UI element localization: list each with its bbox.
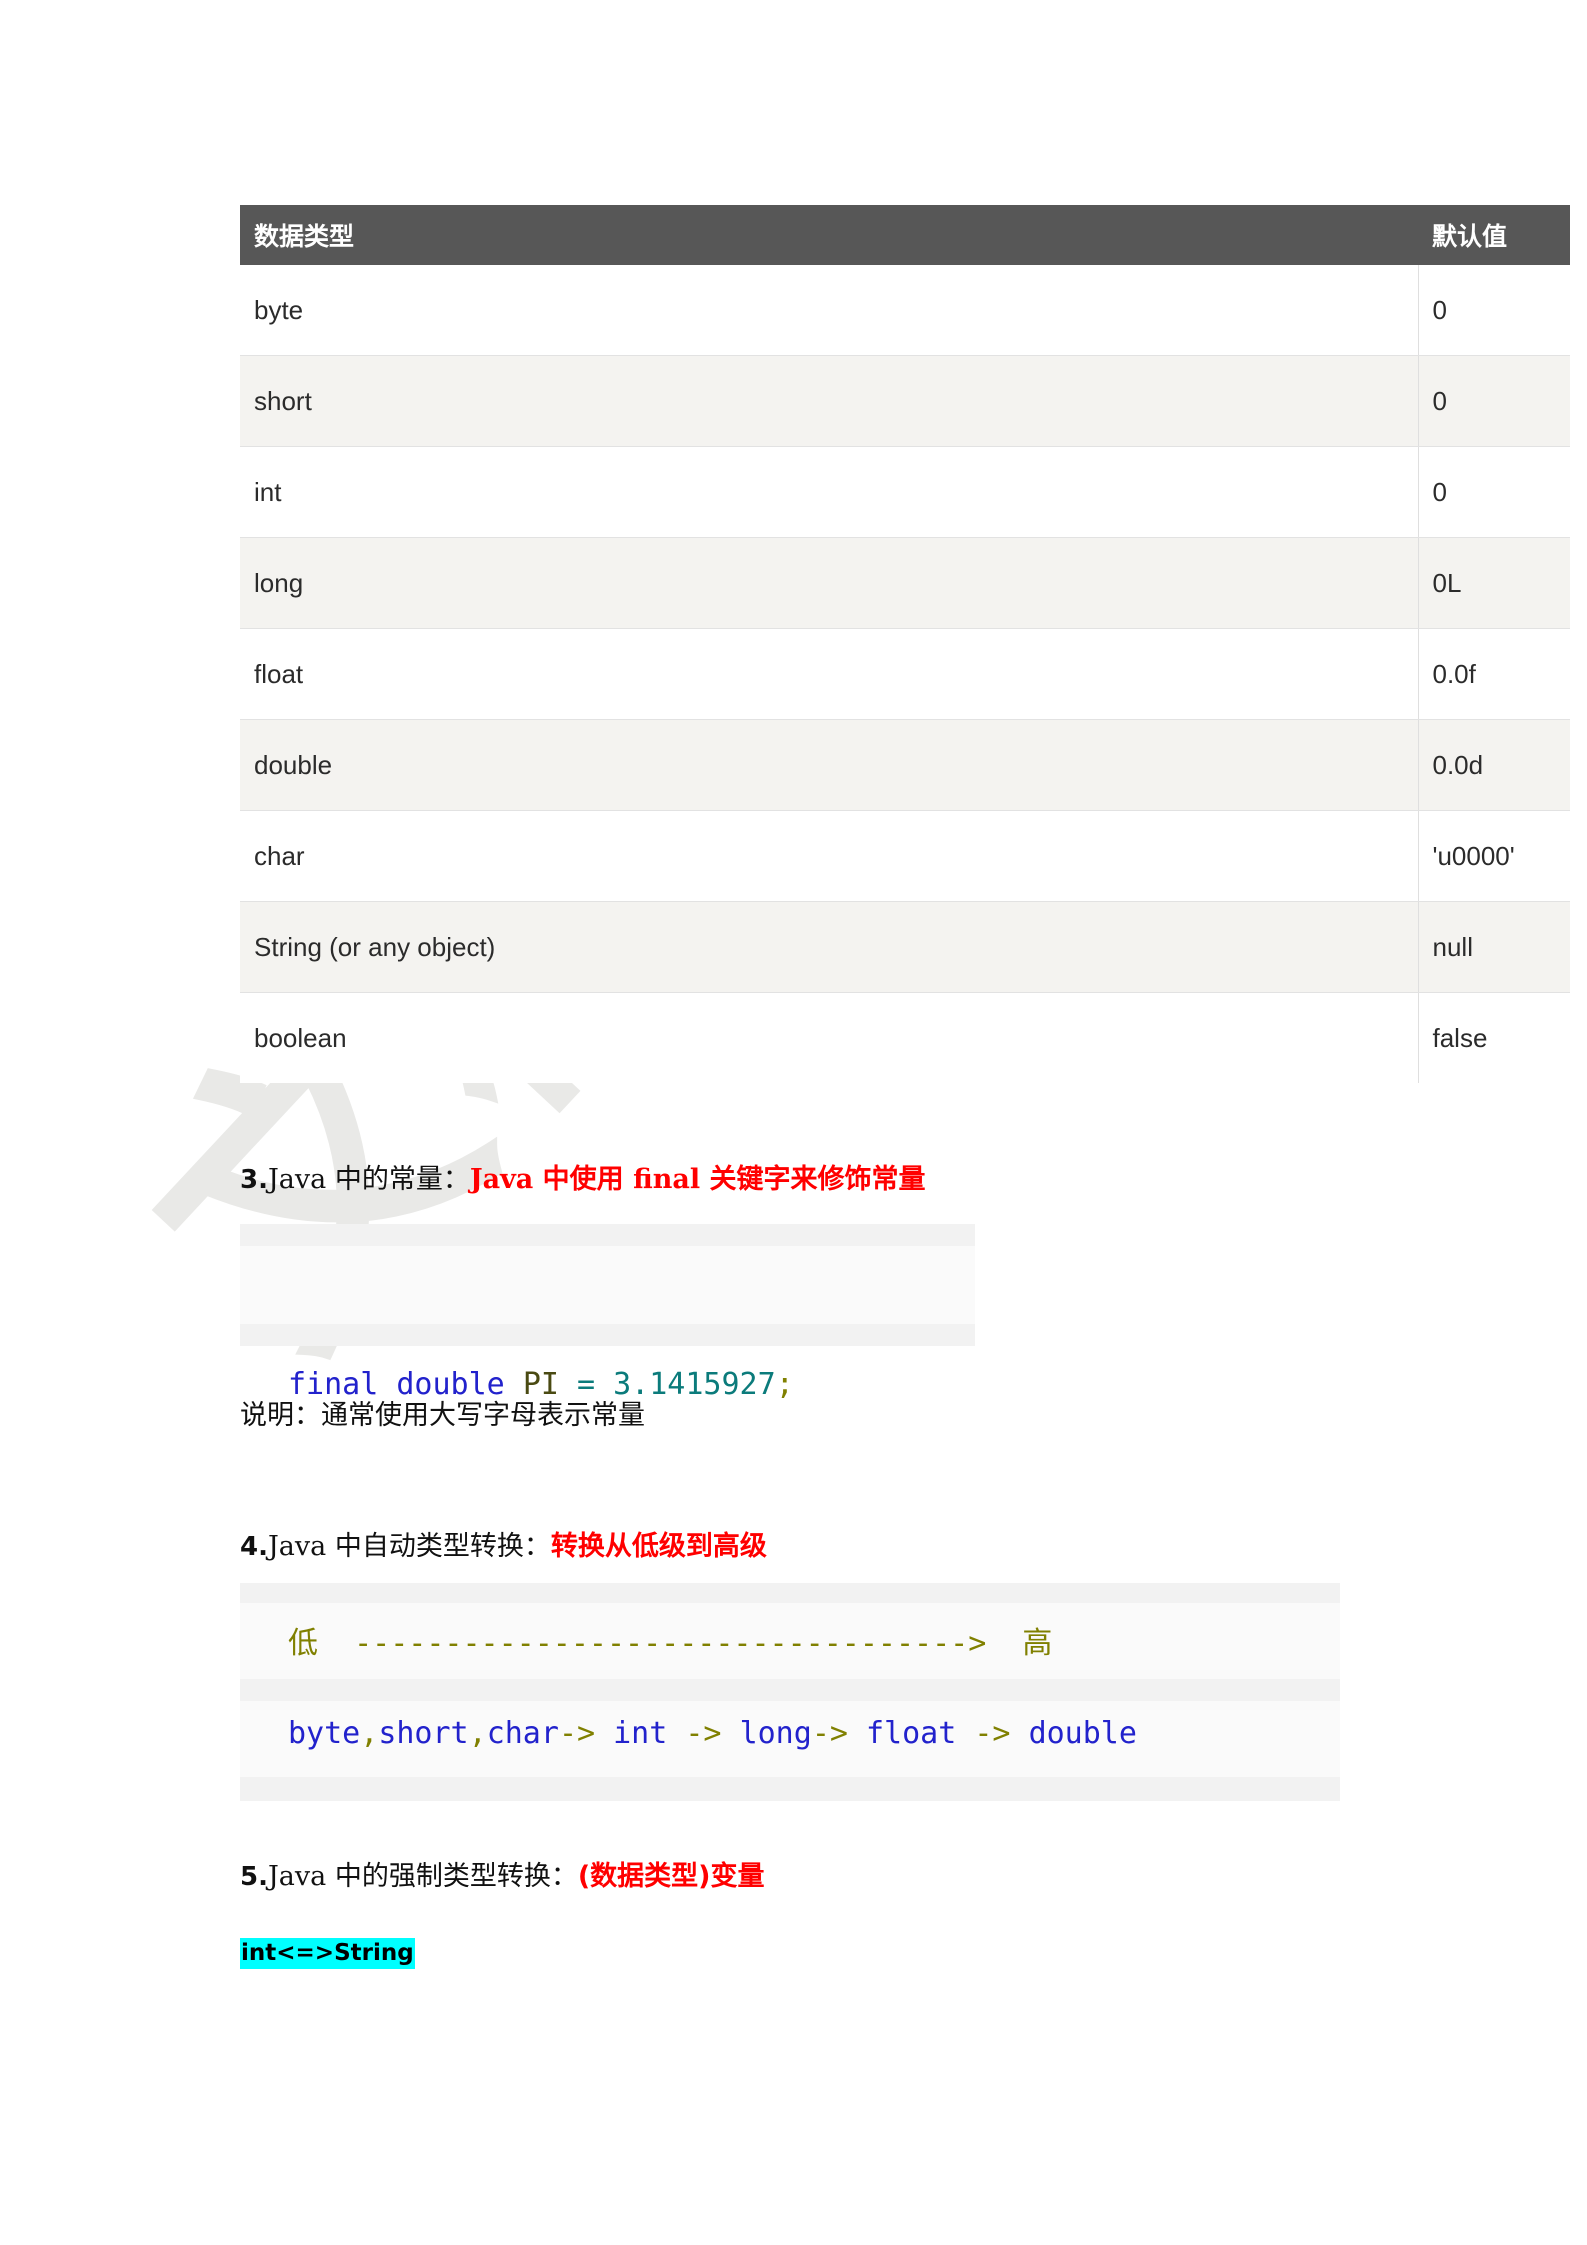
section-5-heading: 5.Java 中的强制类型转换：(数据类型)变量 [240,1854,765,1893]
code-line-promotion-chain: byte,short,char-> int -> long-> float ->… [288,1716,1137,1751]
table-row: String (or any object) null [240,901,1570,993]
code-token-arrow: -> [956,1716,1029,1751]
code-token-byte: byte [288,1716,361,1751]
code-token-semicolon: ; [775,1367,794,1402]
cell-data-type: int [240,446,1419,538]
data-types-table: 数据类型 默认值 byte 0 short 0 int 0 long 0L fl… [240,205,1570,1083]
cell-data-type: byte [240,265,1419,356]
section-3-heading: 3.Java 中的常量：Java 中使用 final 关键字来修饰常量 [240,1157,926,1196]
cell-default-value: 0 [1418,355,1570,447]
cell-data-type: long [240,537,1419,629]
code-block-type-promotion: 低 ----------------------------------> 高 … [240,1583,1340,1801]
table-body: byte 0 short 0 int 0 long 0L float 0.0f … [240,265,1570,1083]
section-3-number: 3. [240,1165,268,1195]
cell-data-type: boolean [240,992,1419,1083]
table-row: char 'u0000' [240,810,1570,902]
code-token-comma: , [360,1716,379,1751]
data-types-table-wrapper: 数据类型 默认值 byte 0 short 0 int 0 long 0L fl… [240,205,1570,1083]
highlighted-note: int<=>String [240,1938,415,1969]
section-3-emphasis: Java 中使用 final 关键字来修饰常量 [469,1164,926,1195]
code-token-arrow: -> [667,1716,740,1751]
section-5-emphasis: (数据类型)变量 [577,1861,765,1892]
cell-default-value: 0 [1418,446,1570,538]
table-row: double 0.0d [240,719,1570,811]
section-4-heading: 4.Java 中自动类型转换：转换从低级到高级 [240,1524,767,1563]
cell-default-value: false [1418,992,1570,1083]
section-4-emphasis: 转换从低级到高级 [550,1531,767,1562]
table-row: float 0.0f [240,628,1570,720]
code-line: final double PI = 3.1415927; [288,1367,975,1402]
cell-data-type: short [240,355,1419,447]
code-line-low-to-high: 低 ----------------------------------> 高 [288,1618,1052,1662]
code-token-identifier: PI [522,1367,559,1402]
cell-default-value: 0 [1418,265,1570,356]
code-token-int: int [613,1716,668,1751]
code-token-high: 高 [1022,1626,1053,1661]
cell-data-type: String (or any object) [240,901,1419,993]
code-token-number: 3.1415927 [613,1367,776,1402]
cell-data-type: char [240,810,1419,902]
code-token-double: double [396,1367,505,1402]
table-header-row: 数据类型 默认值 [240,205,1570,265]
code-stripe [240,1246,975,1324]
table-row: byte 0 [240,265,1570,356]
code-token-float: float [866,1716,957,1751]
table-row: int 0 [240,446,1570,538]
table-row: boolean false [240,992,1570,1083]
section-5-label: Java 中的强制类型转换： [267,1861,578,1892]
table-row: long 0L [240,537,1570,629]
cell-data-type: float [240,628,1419,720]
code-token-arrow: -> [558,1716,614,1751]
cell-default-value: 0L [1418,537,1570,629]
column-header-default-value: 默认值 [1418,205,1570,265]
code-block-final-constant: final double PI = 3.1415927; [240,1224,975,1402]
code-token-long: long [739,1716,812,1751]
cell-default-value: 0.0d [1418,719,1570,811]
table-row: short 0 [240,355,1570,447]
highlighted-text: int<=>String [240,1938,415,1969]
cell-default-value: null [1418,901,1570,993]
cell-default-value: 0.0f [1418,628,1570,720]
code-token-final: final [288,1367,379,1402]
code-token-double: double [1028,1716,1137,1751]
cell-default-value: 'u0000' [1418,810,1570,902]
section-4-label: Java 中自动类型转换： [267,1531,551,1562]
code-token-comma: , [468,1716,487,1751]
cell-data-type: double [240,719,1419,811]
section-3-label: Java 中的常量： [267,1164,470,1195]
code-token-low: 低 [288,1626,318,1661]
document-page: 数据类型 默认值 byte 0 short 0 int 0 long 0L fl… [0,0,1587,2245]
section-4-number: 4. [240,1532,268,1562]
code-token-short: short [378,1716,469,1751]
section-5-number: 5. [240,1862,268,1892]
code-token-arrow: ----------------------------------> [318,1626,1023,1661]
code-token-char: char [486,1716,559,1751]
code-token-arrow: -> [811,1716,866,1751]
table-header: 数据类型 默认值 [240,205,1570,265]
code-token-operator: = [577,1367,596,1402]
column-header-data-type: 数据类型 [240,205,1418,265]
